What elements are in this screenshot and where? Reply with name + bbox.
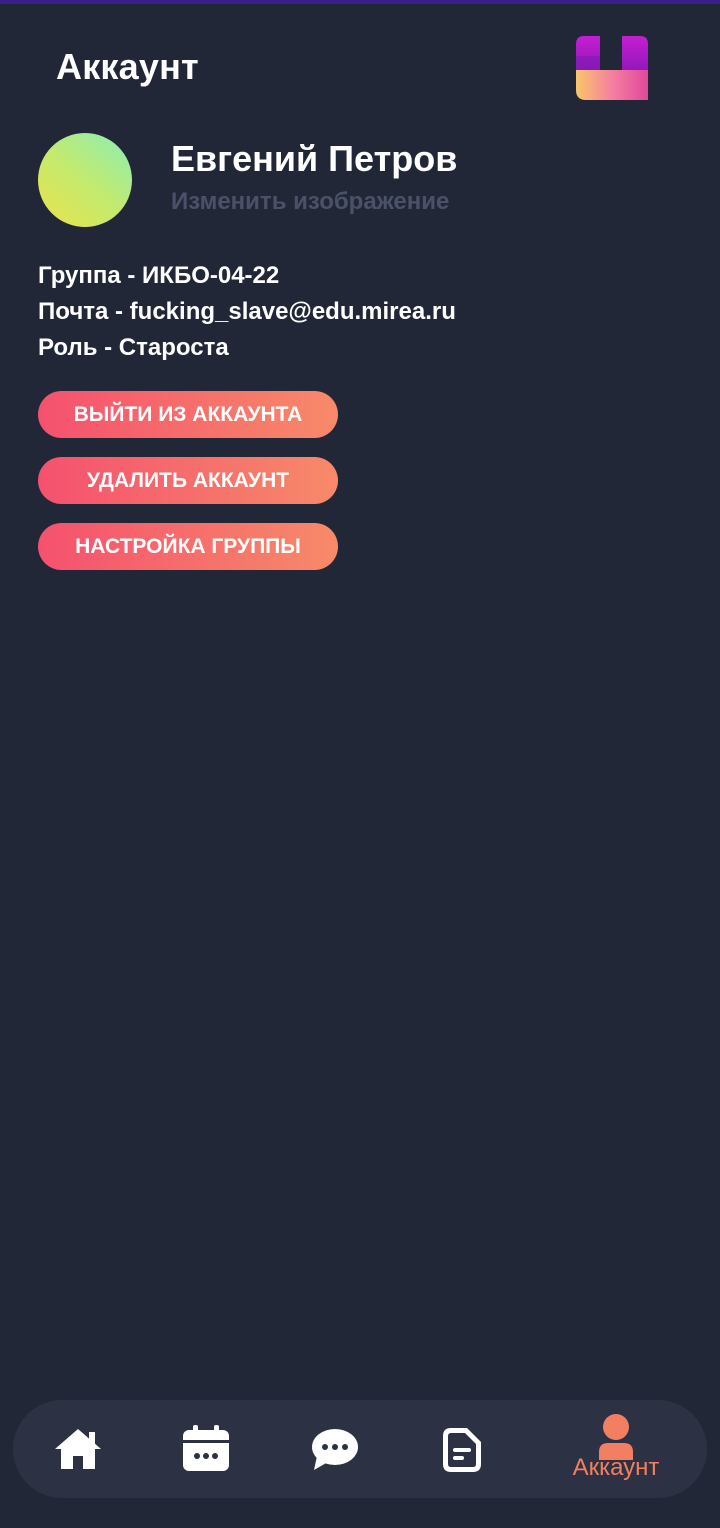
user-name: Евгений Петров	[171, 138, 458, 179]
nav-item-account[interactable]: Аккаунт	[553, 1400, 679, 1498]
document-icon	[443, 1428, 481, 1472]
calendar-icon	[183, 1425, 229, 1471]
avatar[interactable]	[38, 133, 132, 227]
bottom-navigation: Аккаунт	[13, 1400, 707, 1498]
nav-item-calendar[interactable]	[163, 1400, 247, 1498]
delete-account-button[interactable]: УДАЛИТЬ АККАУНТ	[38, 457, 338, 504]
app-logo-icon	[576, 36, 648, 100]
account-info: Группа - ИКБО-04-22 Почта - fucking_slav…	[38, 258, 456, 366]
email-info: Почта - fucking_slave@edu.mirea.ru	[38, 298, 456, 325]
nav-item-chat[interactable]	[293, 1400, 377, 1498]
group-settings-button[interactable]: НАСТРОЙКА ГРУППЫ	[38, 523, 338, 570]
home-icon	[55, 1429, 101, 1469]
status-strip	[0, 0, 720, 4]
nav-item-account-label: Аккаунт	[572, 1454, 660, 1481]
nav-item-home[interactable]	[35, 1400, 119, 1498]
logout-button[interactable]: ВЫЙТИ ИЗ АККАУНТА	[38, 391, 338, 438]
group-info: Группа - ИКБО-04-22	[38, 262, 280, 289]
role-info: Роль - Староста	[38, 334, 229, 361]
change-photo-link[interactable]: Изменить изображение	[171, 188, 449, 216]
chat-icon	[312, 1429, 358, 1470]
nav-item-documents[interactable]	[421, 1400, 505, 1498]
page-title: Аккаунт	[56, 46, 199, 87]
account-screen: Аккаунт Евгений Петров Изменить изображе…	[0, 0, 720, 1528]
